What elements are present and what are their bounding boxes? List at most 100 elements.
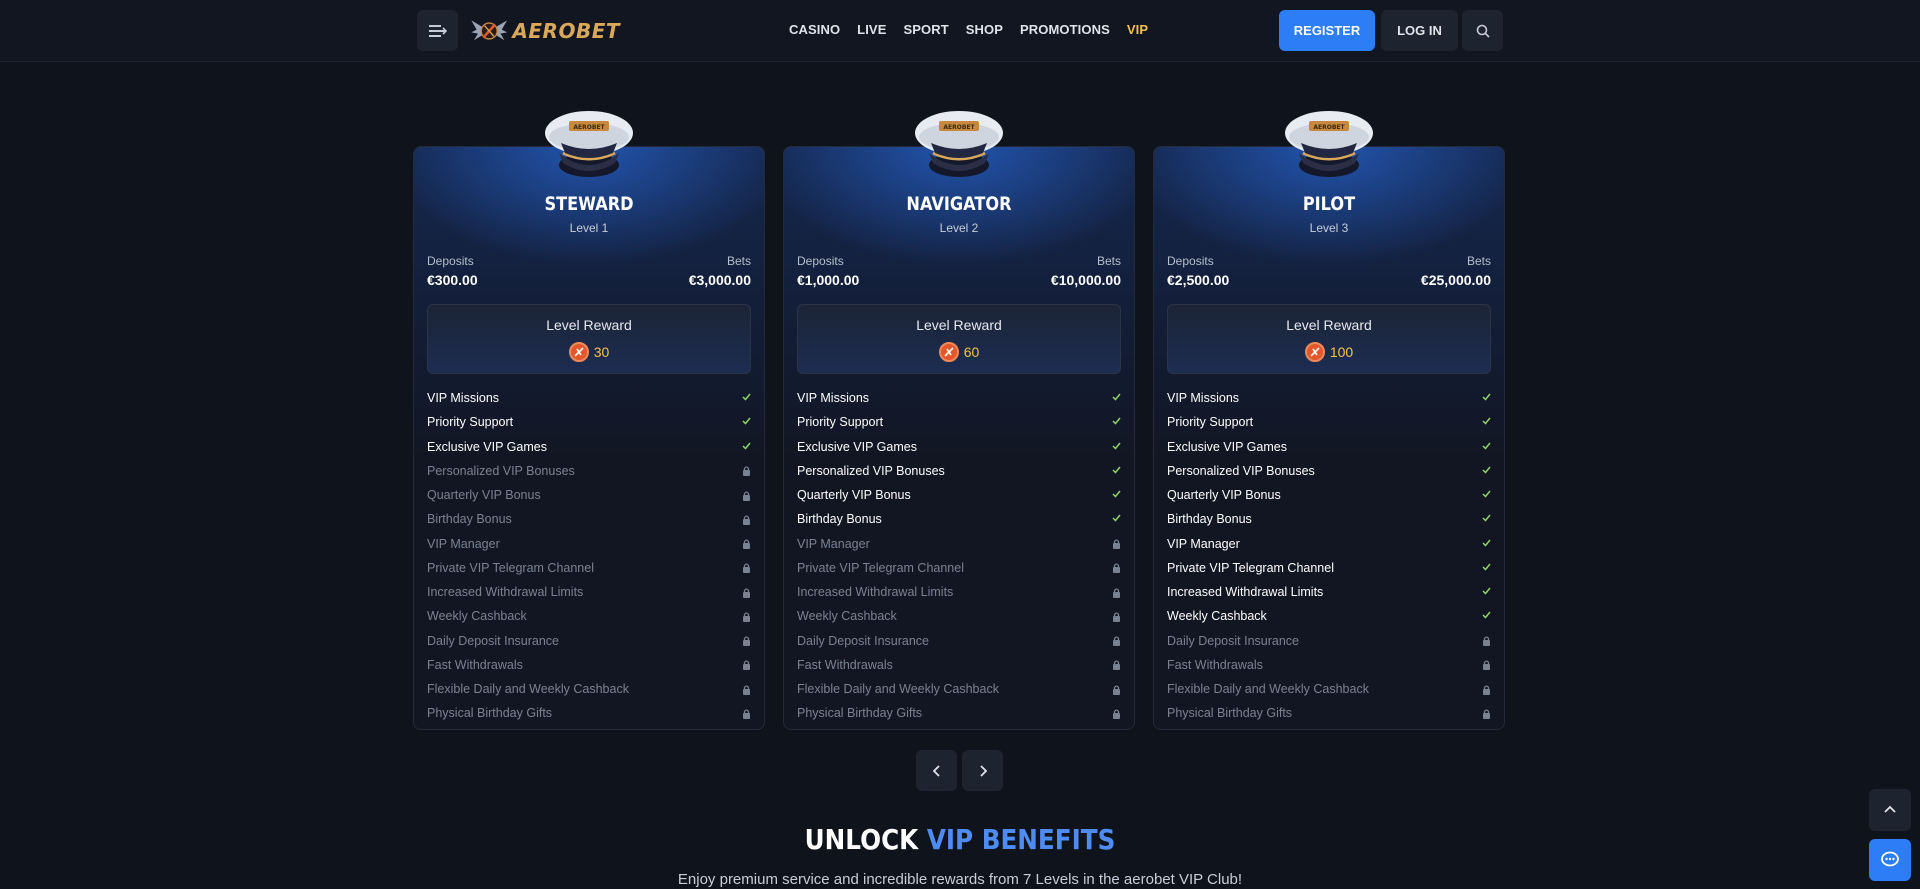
- deposits-label: Deposits: [427, 254, 474, 268]
- feature-row: VIP Missions: [1167, 386, 1491, 410]
- feature-row: Fast Withdrawals: [1167, 653, 1491, 677]
- feature-row: Fast Withdrawals: [797, 653, 1121, 677]
- feature-label: Increased Withdrawal Limits: [1167, 585, 1324, 600]
- scroll-to-top-button[interactable]: [1869, 789, 1911, 831]
- unlock-vip-subtitle: Enjoy premium service and incredible rew…: [677, 871, 1243, 888]
- register-button[interactable]: REGISTER: [1279, 10, 1375, 51]
- feature-row: Physical Birthday Gifts: [1167, 701, 1491, 725]
- page-scrollbar[interactable]: [1912, 62, 1920, 889]
- carousel-prev-button[interactable]: [916, 750, 957, 791]
- feature-label: Daily Deposit Insurance: [1167, 633, 1300, 648]
- svg-text:AEROBET: AEROBET: [1313, 124, 1345, 131]
- feature-label: Personalized VIP Bonuses: [797, 463, 945, 478]
- feature-label: Increased Withdrawal Limits: [427, 585, 584, 600]
- feature-label: Private VIP Telegram Channel: [797, 560, 964, 575]
- feature-row: Flexible Daily and Weekly Cashback: [797, 677, 1121, 701]
- nav-live[interactable]: LIVE: [857, 22, 886, 37]
- lock-icon: [1111, 538, 1121, 550]
- main-nav: CASINO LIVE SPORT SHOP PROMOTIONS VIP: [789, 22, 1148, 37]
- check-icon: [742, 392, 751, 404]
- lock-icon: [1111, 635, 1121, 647]
- feature-label: Exclusive VIP Games: [1167, 439, 1287, 454]
- lock-icon: [741, 514, 751, 525]
- aero-coin-icon: [1304, 342, 1325, 362]
- aero-coin-icon: [938, 342, 959, 362]
- login-button[interactable]: LOG IN: [1381, 10, 1458, 51]
- feature-row: Birthday Bonus: [427, 507, 751, 531]
- reward-amount: 30: [428, 342, 750, 362]
- feature-row: Birthday Bonus: [1167, 507, 1491, 531]
- search-icon: [1476, 24, 1490, 38]
- feature-row: VIP Missions: [797, 386, 1121, 410]
- chevron-up-icon: [1884, 805, 1896, 813]
- feature-label: Flexible Daily and Weekly Cashback: [797, 682, 999, 697]
- check-icon: [1482, 441, 1491, 453]
- feature-label: Priority Support: [427, 415, 514, 430]
- lock-icon: [1111, 611, 1121, 622]
- feature-label: VIP Manager: [797, 536, 870, 551]
- feature-row: VIP Manager: [797, 532, 1121, 556]
- chevron-right-icon: [979, 764, 987, 777]
- lock-icon: [1111, 587, 1121, 598]
- level-reward-box: Level Reward 100: [1167, 304, 1491, 374]
- feature-label: Personalized VIP Bonuses: [1167, 463, 1315, 478]
- vip-level-card: AEROBET PILOT Level 3 Deposits Bets €2,500.0…: [1153, 111, 1505, 730]
- nav-shop[interactable]: SHOP: [966, 22, 1003, 37]
- carousel-next-button[interactable]: [962, 750, 1003, 791]
- feature-row: Quarterly VIP Bonus: [797, 483, 1121, 507]
- check-icon: [1112, 513, 1121, 525]
- feature-list: VIP Missions Priority Support Exclusive …: [1167, 386, 1491, 726]
- feature-row: VIP Manager: [1167, 532, 1491, 556]
- nav-casino[interactable]: CASINO: [789, 22, 840, 37]
- lock-icon: [1111, 659, 1121, 671]
- feature-row: Birthday Bonus: [797, 507, 1121, 531]
- check-icon: [1112, 489, 1121, 501]
- nav-vip[interactable]: VIP: [1127, 22, 1148, 37]
- feature-row: Personalized VIP Bonuses: [427, 459, 751, 483]
- feature-label: Birthday Bonus: [797, 512, 882, 527]
- level-number: Level 2: [939, 221, 979, 235]
- lock-icon: [1481, 684, 1491, 695]
- vip-level-card: AEROBET NAVIGATOR Level 2 Deposits Bets €1,0…: [783, 111, 1135, 730]
- feature-label: Birthday Bonus: [1167, 512, 1252, 527]
- level-number: Level 3: [1309, 221, 1349, 235]
- check-icon: [742, 441, 751, 453]
- feature-label: Fast Withdrawals: [1167, 657, 1263, 672]
- logo-emblem-icon: [471, 20, 508, 41]
- search-button[interactable]: [1462, 10, 1503, 51]
- lock-icon: [1481, 635, 1491, 647]
- bets-value: €25,000.00: [1420, 272, 1491, 288]
- feature-label: Daily Deposit Insurance: [797, 633, 930, 648]
- check-icon: [742, 416, 751, 428]
- lock-icon: [741, 684, 751, 695]
- level-reward-label: Level Reward: [1286, 317, 1372, 333]
- feature-label: VIP Manager: [1167, 536, 1240, 551]
- bets-label: Bets: [726, 254, 751, 268]
- bets-label: Bets: [1466, 254, 1491, 268]
- check-icon: [1482, 562, 1491, 574]
- feature-label: Quarterly VIP Bonus: [1167, 488, 1281, 503]
- menu-toggle-button[interactable]: [417, 10, 458, 51]
- feature-row: Flexible Daily and Weekly Cashback: [427, 677, 751, 701]
- check-icon: [1112, 441, 1121, 453]
- deposits-value: €1,000.00: [797, 272, 860, 288]
- feature-row: VIP Manager: [427, 532, 751, 556]
- live-chat-button[interactable]: [1869, 839, 1911, 881]
- feature-label: Weekly Cashback: [797, 609, 897, 624]
- check-icon: [1112, 392, 1121, 404]
- feature-label: Physical Birthday Gifts: [1167, 706, 1293, 721]
- nav-promotions[interactable]: PROMOTIONS: [1020, 22, 1110, 37]
- nav-sport[interactable]: SPORT: [903, 22, 948, 37]
- feature-label: Weekly Cashback: [1167, 609, 1267, 624]
- feature-row: Priority Support: [797, 410, 1121, 434]
- check-icon: [1482, 392, 1491, 404]
- feature-row: Private VIP Telegram Channel: [427, 556, 751, 580]
- feature-label: Physical Birthday Gifts: [797, 706, 923, 721]
- feature-row: Priority Support: [427, 410, 751, 434]
- lock-icon: [741, 611, 751, 622]
- lock-icon: [741, 465, 751, 477]
- aerobet-logo[interactable]: AEROBET: [470, 8, 620, 54]
- feature-label: Flexible Daily and Weekly Cashback: [1167, 682, 1369, 697]
- level-name: NAVIGATOR: [906, 193, 1012, 215]
- feature-label: VIP Missions: [1167, 391, 1240, 406]
